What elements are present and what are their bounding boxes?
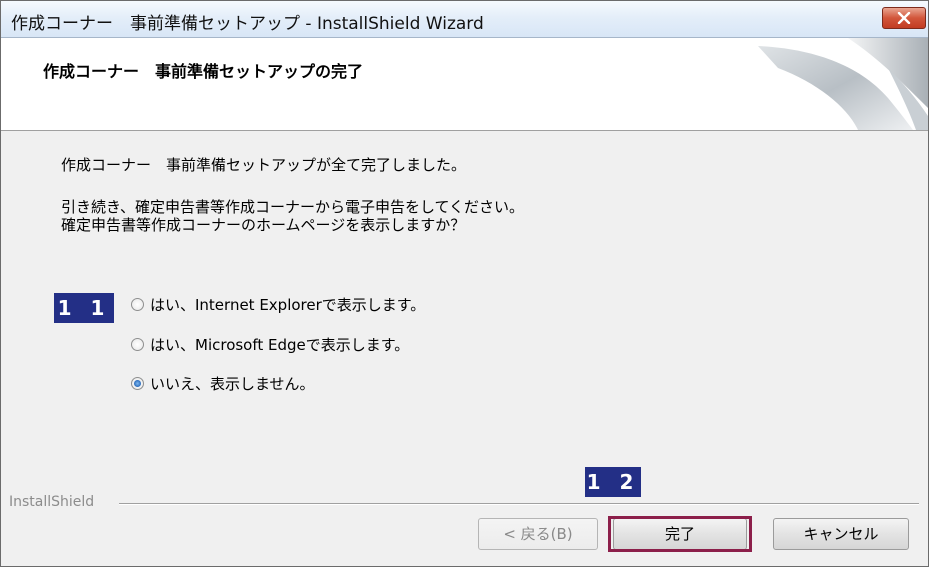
step-marker-11: 1 1	[54, 293, 114, 323]
installshield-label: InstallShield	[9, 494, 101, 510]
radio-option-ie[interactable]: はい、Internet Explorerで表示します。	[131, 293, 425, 315]
installshield-divider: InstallShield	[1, 494, 928, 514]
radio-option-no[interactable]: いいえ、表示しません。	[131, 372, 315, 394]
finish-highlight	[608, 516, 752, 552]
close-button[interactable]	[882, 7, 926, 29]
radio-button-edge[interactable]	[131, 337, 144, 351]
back-button[interactable]: < 戻る(B)	[478, 518, 598, 550]
radio-button-ie[interactable]	[131, 297, 144, 311]
radio-label-no: いいえ、表示しません。	[150, 374, 315, 393]
message-line-1: 作成コーナー 事前準備セットアップが全て完了しました。	[61, 156, 467, 174]
message-line-3: 確定申告書等作成コーナーのホームページを表示しますか？	[61, 216, 466, 234]
cancel-button[interactable]: キャンセル	[773, 518, 909, 550]
radio-button-no[interactable]	[131, 376, 144, 390]
title-bar[interactable]: 作成コーナー 事前準備セットアップ - InstallShield Wizard	[1, 1, 928, 38]
installer-window: 作成コーナー 事前準備セットアップ - InstallShield Wizard…	[0, 0, 929, 567]
close-icon	[897, 12, 911, 24]
window-title: 作成コーナー 事前準備セットアップ - InstallShield Wizard	[11, 14, 484, 34]
wizard-header: 作成コーナー 事前準備セットアップの完了	[1, 38, 928, 131]
header-title: 作成コーナー 事前準備セットアップの完了	[43, 62, 364, 81]
step-marker-12: 1 2	[585, 467, 641, 497]
divider-rule	[119, 503, 919, 505]
radio-label-ie: はい、Internet Explorerで表示します。	[150, 295, 426, 314]
radio-option-edge[interactable]: はい、Microsoft Edgeで表示します。	[131, 333, 409, 355]
installshield-graphic	[758, 38, 928, 130]
radio-label-edge: はい、Microsoft Edgeで表示します。	[150, 335, 410, 354]
